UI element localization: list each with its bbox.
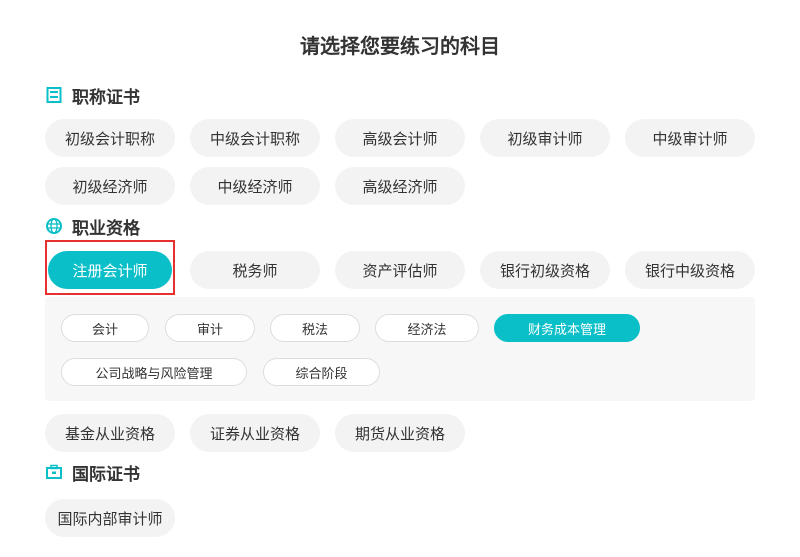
- subject-button[interactable]: 基金从业资格: [45, 414, 175, 452]
- subject-button[interactable]: 中级审计师: [625, 119, 755, 157]
- sub-subject-chip[interactable]: 综合阶段: [263, 358, 380, 386]
- subject-button[interactable]: 初级会计职称: [45, 119, 175, 157]
- subject-button[interactable]: 高级会计师: [335, 119, 465, 157]
- subject-button[interactable]: 银行中级资格: [625, 251, 755, 289]
- section-title-qualifications: 职业资格: [46, 215, 140, 238]
- subject-button[interactable]: 税务师: [190, 251, 320, 289]
- subject-button[interactable]: 中级经济师: [190, 167, 320, 205]
- subject-button[interactable]: 银行初级资格: [480, 251, 610, 289]
- calculator-icon: [46, 87, 62, 103]
- subject-button-selected[interactable]: 注册会计师: [48, 251, 172, 289]
- subject-button[interactable]: 国际内部审计师: [45, 499, 175, 537]
- sub-subject-chip[interactable]: 税法: [270, 314, 360, 342]
- globe-icon: [46, 218, 62, 234]
- subject-button[interactable]: 初级审计师: [480, 119, 610, 157]
- subject-button[interactable]: 期货从业资格: [335, 414, 465, 452]
- sub-subject-chip[interactable]: 会计: [61, 314, 149, 342]
- subject-button[interactable]: 资产评估师: [335, 251, 465, 289]
- subject-button[interactable]: 证券从业资格: [190, 414, 320, 452]
- subject-button[interactable]: 初级经济师: [45, 167, 175, 205]
- section-title-international: 国际证书: [46, 461, 140, 484]
- sub-subject-chip[interactable]: 公司战略与风险管理: [61, 358, 247, 386]
- section-title-professional-titles: 职称证书: [46, 84, 140, 107]
- subject-button[interactable]: 中级会计职称: [190, 119, 320, 157]
- subject-button[interactable]: 高级经济师: [335, 167, 465, 205]
- sub-subject-chip[interactable]: 审计: [165, 314, 255, 342]
- sub-subject-chip-selected[interactable]: 财务成本管理: [494, 314, 640, 342]
- briefcase-icon: [46, 464, 62, 479]
- page-title: 请选择您要练习的科目: [300, 36, 500, 58]
- sub-subject-chip[interactable]: 经济法: [375, 314, 479, 342]
